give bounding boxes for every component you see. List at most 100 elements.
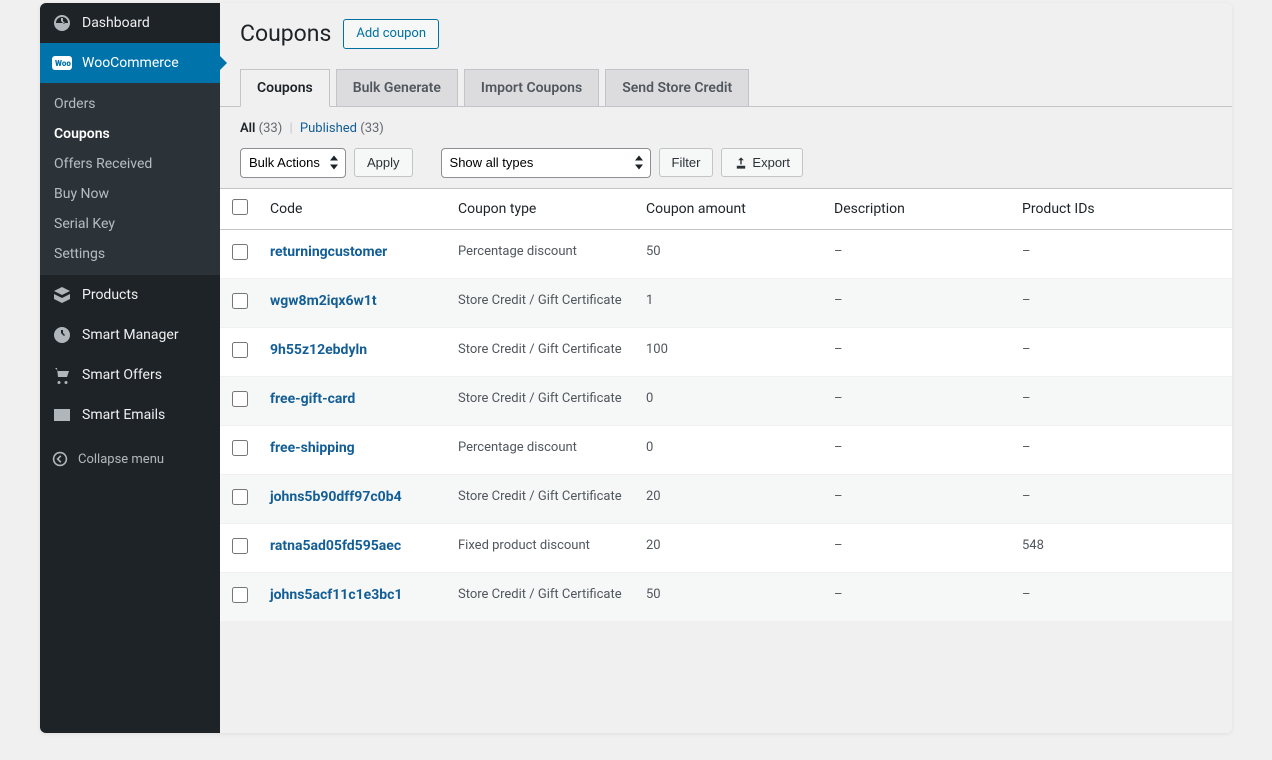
woocommerce-icon: Woo xyxy=(52,53,72,73)
coupon-code-link[interactable]: johns5acf11c1e3bc1 xyxy=(270,587,402,603)
sidebar-label-woocommerce: WooCommerce xyxy=(82,55,179,71)
page-title: Coupons xyxy=(240,20,331,47)
export-icon xyxy=(734,156,748,170)
coupon-code-link[interactable]: free-shipping xyxy=(270,440,355,456)
submenu-item-coupons[interactable]: Coupons xyxy=(40,119,220,149)
row-checkbox[interactable] xyxy=(232,391,248,407)
collapse-menu-button[interactable]: Collapse menu xyxy=(40,435,220,483)
cell-coupon-amount: 0 xyxy=(636,376,824,425)
coupon-code-link[interactable]: returningcustomer xyxy=(270,244,387,260)
cell-coupon-type: Store Credit / Gift Certificate xyxy=(448,376,636,425)
view-filter: All (33) | Published (33) xyxy=(220,107,1232,148)
row-checkbox[interactable] xyxy=(232,587,248,603)
cell-coupon-amount: 1 xyxy=(636,278,824,327)
svg-text:Woo: Woo xyxy=(55,59,71,68)
th-product-ids[interactable]: Product IDs xyxy=(1012,188,1232,229)
sidebar-label-dashboard: Dashboard xyxy=(82,15,150,31)
coupon-code-link[interactable]: johns5b90dff97c0b4 xyxy=(270,489,402,505)
sidebar-item-smart-manager[interactable]: Smart Manager xyxy=(40,315,220,355)
sidebar-item-dashboard[interactable]: Dashboard xyxy=(40,3,220,43)
table-row: free-shippingPercentage discount0–– xyxy=(220,425,1232,474)
smart-manager-icon xyxy=(52,325,72,345)
cell-coupon-type: Store Credit / Gift Certificate xyxy=(448,572,636,621)
cell-description: – xyxy=(824,474,1012,523)
table-row: free-gift-card Store Credit / Gift Certif… xyxy=(220,376,1232,425)
add-coupon-button[interactable]: Add coupon xyxy=(343,19,439,49)
cell-coupon-type: Fixed product discount xyxy=(448,523,636,572)
sidebar-item-woocommerce[interactable]: Woo WooCommerce xyxy=(40,43,220,83)
cell-coupon-amount: 20 xyxy=(636,523,824,572)
cell-product-ids: – xyxy=(1012,229,1232,278)
table-row: johns5acf11c1e3bc1 Store Credit / Gift Ce… xyxy=(220,572,1232,621)
collapse-label: Collapse menu xyxy=(78,452,164,467)
submenu-item-settings[interactable]: Settings xyxy=(40,239,220,269)
th-coupon-amount[interactable]: Coupon amount xyxy=(636,188,824,229)
main-content: Coupons Add coupon Coupons Bulk Generate… xyxy=(220,3,1232,733)
row-checkbox[interactable] xyxy=(232,244,248,260)
dashboard-icon xyxy=(52,13,72,33)
coupon-code-link[interactable]: 9h55z12ebdyln xyxy=(270,342,367,358)
coupon-code-link[interactable]: wgw8m2iqx6w1t xyxy=(270,293,377,309)
view-all-link[interactable]: All (33) xyxy=(240,121,286,136)
cell-description: – xyxy=(824,376,1012,425)
cell-coupon-type: Store Credit / Gift Certificate xyxy=(448,474,636,523)
submenu-item-orders[interactable]: Orders xyxy=(40,89,220,119)
cell-description: – xyxy=(824,229,1012,278)
table-row: ratna5ad05fd595aec Fixed product discount… xyxy=(220,523,1232,572)
row-checkbox[interactable] xyxy=(232,440,248,456)
row-checkbox[interactable] xyxy=(232,293,248,309)
tab-send-store-credit[interactable]: Send Store Credit xyxy=(605,69,749,106)
sidebar-item-products[interactable]: Products xyxy=(40,275,220,315)
cell-product-ids: – xyxy=(1012,474,1232,523)
sidebar-label-smart-offers: Smart Offers xyxy=(82,367,162,383)
coupon-type-select[interactable]: Show all types xyxy=(441,148,651,178)
export-label: Export xyxy=(752,153,790,173)
products-icon xyxy=(52,285,72,305)
cell-coupon-amount: 50 xyxy=(636,229,824,278)
table-row: 9h55z12ebdylnStore Credit / Gift Certifi… xyxy=(220,327,1232,376)
cell-coupon-type: Percentage discount xyxy=(448,425,636,474)
cell-description: – xyxy=(824,572,1012,621)
cart-icon xyxy=(52,365,72,385)
cell-description: – xyxy=(824,278,1012,327)
view-all-count: (33) xyxy=(259,121,283,136)
cell-description: – xyxy=(824,327,1012,376)
cell-coupon-amount: 50 xyxy=(636,572,824,621)
sidebar-item-smart-emails[interactable]: Smart Emails xyxy=(40,395,220,435)
view-published-link[interactable]: Published (33) xyxy=(300,121,384,136)
cell-product-ids: – xyxy=(1012,327,1232,376)
tab-import-coupons[interactable]: Import Coupons xyxy=(464,69,599,106)
tab-bulk-generate[interactable]: Bulk Generate xyxy=(336,69,458,106)
th-code[interactable]: Code xyxy=(260,188,448,229)
row-checkbox[interactable] xyxy=(232,342,248,358)
cell-coupon-amount: 20 xyxy=(636,474,824,523)
th-description[interactable]: Description xyxy=(824,188,1012,229)
bulk-actions-select[interactable]: Bulk Actions xyxy=(240,148,346,178)
filter-button[interactable]: Filter xyxy=(659,148,714,178)
row-checkbox[interactable] xyxy=(232,489,248,505)
th-coupon-type[interactable]: Coupon type xyxy=(448,188,636,229)
select-all-checkbox[interactable] xyxy=(232,199,248,215)
sidebar-label-products: Products xyxy=(82,287,138,303)
submenu-item-offers-received[interactable]: Offers Received xyxy=(40,149,220,179)
tab-coupons[interactable]: Coupons xyxy=(240,69,330,107)
cell-coupon-type: Percentage discount xyxy=(448,229,636,278)
cell-coupon-amount: 100 xyxy=(636,327,824,376)
row-checkbox[interactable] xyxy=(232,538,248,554)
collapse-icon xyxy=(52,451,68,467)
apply-button[interactable]: Apply xyxy=(354,148,413,178)
submenu-item-buy-now[interactable]: Buy Now xyxy=(40,179,220,209)
cell-product-ids: 548 xyxy=(1012,523,1232,572)
export-button[interactable]: Export xyxy=(721,148,803,178)
sidebar-item-smart-offers[interactable]: Smart Offers xyxy=(40,355,220,395)
cell-product-ids: – xyxy=(1012,425,1232,474)
woocommerce-submenu: Orders Coupons Offers Received Buy Now S… xyxy=(40,83,220,275)
cell-product-ids: – xyxy=(1012,572,1232,621)
coupon-code-link[interactable]: free-gift-card xyxy=(270,391,355,407)
table-row: wgw8m2iqx6w1tStore Credit / Gift Certifi… xyxy=(220,278,1232,327)
coupon-code-link[interactable]: ratna5ad05fd595aec xyxy=(270,538,401,554)
tabs: Coupons Bulk Generate Import Coupons Sen… xyxy=(220,69,1232,107)
submenu-item-serial-key[interactable]: Serial Key xyxy=(40,209,220,239)
admin-sidebar: Dashboard Woo WooCommerce Orders Coupons… xyxy=(40,3,220,733)
table-row: returningcustomerPercentage discount50–– xyxy=(220,229,1232,278)
